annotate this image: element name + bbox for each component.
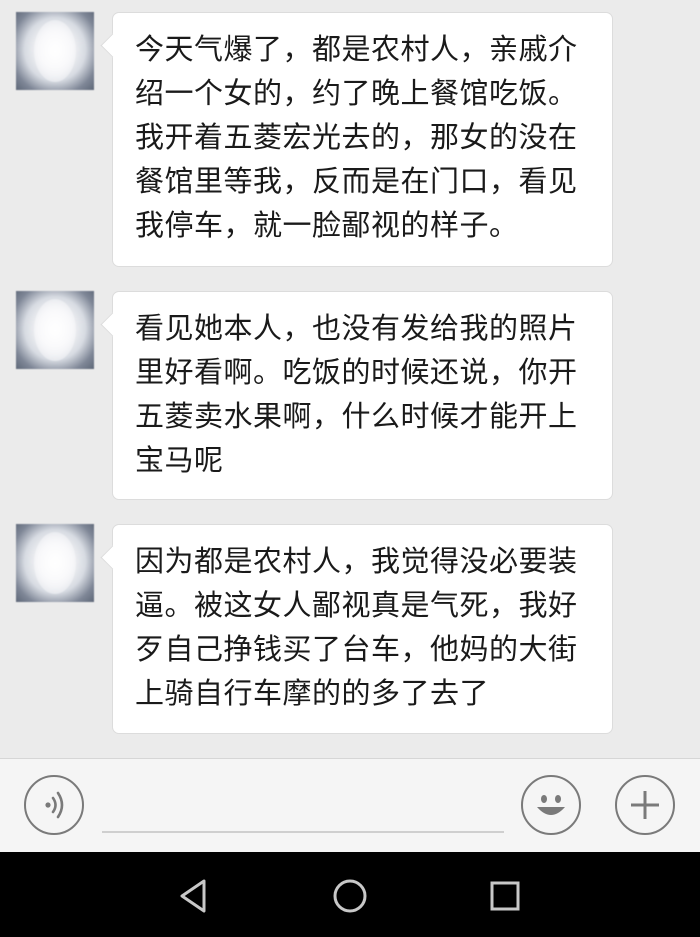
square-recent-icon xyxy=(490,881,520,911)
avatar[interactable] xyxy=(16,291,94,369)
avatar[interactable] xyxy=(16,524,94,602)
triangle-back-icon xyxy=(180,879,206,913)
message-bubble[interactable]: 因为都是农村人，我觉得没必要装逼。被这女人鄙视真是气死，我好歹自己挣钱买了台车，… xyxy=(112,524,613,734)
message-bubble[interactable]: 今天气爆了，都是农村人，亲戚介绍一个女的，约了晚上餐馆吃饭。我开着五菱宏光去的，… xyxy=(112,12,613,267)
message-bubble[interactable]: 看见她本人，也没有发给我的照片里好看啊。吃饭的时候还说，你开五菱卖水果啊，什么时… xyxy=(112,291,613,500)
input-bar xyxy=(0,758,700,852)
emoji-icon xyxy=(537,795,565,815)
voice-button[interactable] xyxy=(24,775,84,835)
back-button[interactable] xyxy=(174,876,214,916)
message-input[interactable] xyxy=(102,831,504,833)
circle-home-icon xyxy=(333,879,367,913)
voice-icon xyxy=(45,791,64,819)
home-button[interactable] xyxy=(330,876,370,916)
emoji-button[interactable] xyxy=(521,775,581,835)
chat-area[interactable]: 今天气爆了，都是农村人，亲戚介绍一个女的，约了晚上餐馆吃饭。我开着五菱宏光去的，… xyxy=(0,0,700,758)
avatar[interactable] xyxy=(16,12,94,90)
recent-apps-button[interactable] xyxy=(485,876,525,916)
more-button[interactable] xyxy=(615,775,675,835)
plus-icon xyxy=(631,791,659,819)
system-nav-bar xyxy=(0,852,700,937)
